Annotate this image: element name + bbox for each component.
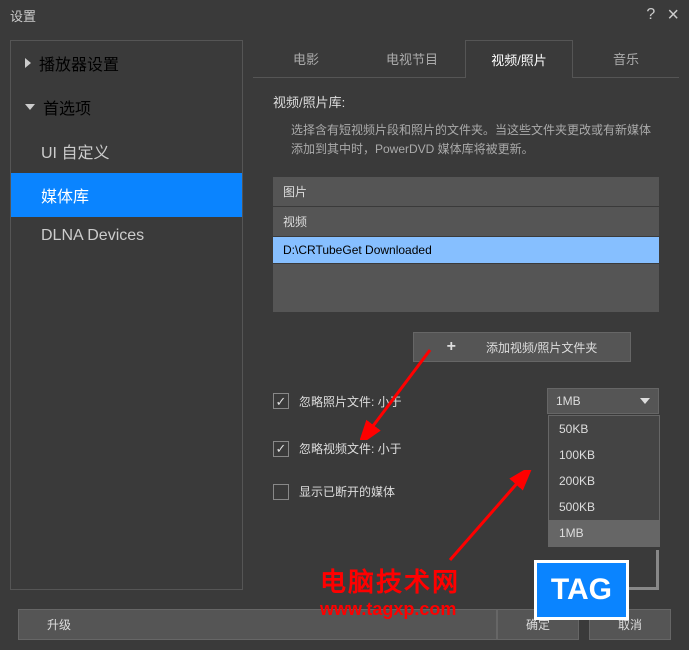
section-description: 选择含有短视频片段和照片的文件夹。当这些文件夹更改或有新媒体添加到其中时，Pow…: [291, 121, 659, 159]
sidebar-section-label: 首选项: [43, 95, 91, 119]
chevron-down-icon: [640, 398, 650, 404]
tag-badge: TAG: [534, 560, 629, 620]
select-value: 1MB: [556, 394, 581, 408]
dropdown-item[interactable]: 1MB: [549, 520, 659, 546]
sidebar-section-player[interactable]: 播放器设置: [11, 41, 242, 85]
window-title: 设置: [10, 6, 646, 25]
sidebar: 播放器设置 首选项 UI 自定义 媒体库 DLNA Devices: [10, 40, 243, 590]
watermark: 电脑技术网 www.tagxp.com: [320, 562, 460, 620]
folder-list: 图片 视频 D:\CRTubeGet Downloaded: [273, 177, 659, 312]
tabs: 电影 电视节目 视频/照片 音乐: [253, 40, 679, 78]
folder-item-selected[interactable]: D:\CRTubeGet Downloaded: [273, 237, 659, 263]
tab-movies[interactable]: 电影: [253, 40, 359, 78]
dropdown-menu: 50KB 100KB 200KB 500KB 1MB: [548, 415, 660, 547]
add-folder-button[interactable]: + 添加视频/照片文件夹: [413, 332, 631, 362]
option-label: 忽略照片文件: 小于: [299, 393, 537, 410]
plus-icon: +: [447, 338, 456, 356]
dropdown-item[interactable]: 100KB: [549, 442, 659, 468]
select-photo-size[interactable]: 1MB 50KB 100KB 200KB 500KB 1MB: [547, 388, 659, 414]
sidebar-section-label: 播放器设置: [39, 51, 119, 75]
tab-music[interactable]: 音乐: [573, 40, 679, 78]
tab-video-photo[interactable]: 视频/照片: [465, 40, 573, 78]
section-title: 视频/照片库:: [273, 92, 659, 111]
dropdown-item[interactable]: 50KB: [549, 416, 659, 442]
watermark-text: 电脑技术网: [320, 562, 460, 599]
checkbox-ignore-video[interactable]: [273, 441, 289, 457]
dropdown-item[interactable]: 500KB: [549, 494, 659, 520]
tab-tv[interactable]: 电视节目: [359, 40, 465, 78]
checkbox-ignore-photo[interactable]: [273, 393, 289, 409]
sidebar-item-dlna[interactable]: DLNA Devices: [11, 217, 242, 255]
folder-item[interactable]: 图片: [273, 177, 659, 206]
option-ignore-photo: 忽略照片文件: 小于 1MB 50KB 100KB 200KB 500KB 1M…: [273, 388, 659, 414]
help-icon[interactable]: ?: [646, 6, 655, 24]
close-icon[interactable]: ×: [667, 4, 679, 27]
dropdown-item[interactable]: 200KB: [549, 468, 659, 494]
titlebar: 设置 ? ×: [0, 0, 689, 30]
checkbox-show-disconnected[interactable]: [273, 484, 289, 500]
watermark-url: www.tagxp.com: [320, 599, 460, 620]
sidebar-item-ui-custom[interactable]: UI 自定义: [11, 129, 242, 173]
folder-item[interactable]: 视频: [273, 207, 659, 236]
folder-empty-space: [273, 264, 659, 312]
sidebar-item-media-library[interactable]: 媒体库: [11, 173, 242, 217]
tab-panel: 视频/照片库: 选择含有短视频片段和照片的文件夹。当这些文件夹更改或有新媒体添加…: [253, 78, 679, 514]
sidebar-section-preferences[interactable]: 首选项: [11, 85, 242, 129]
add-folder-label: 添加视频/照片文件夹: [486, 339, 597, 356]
